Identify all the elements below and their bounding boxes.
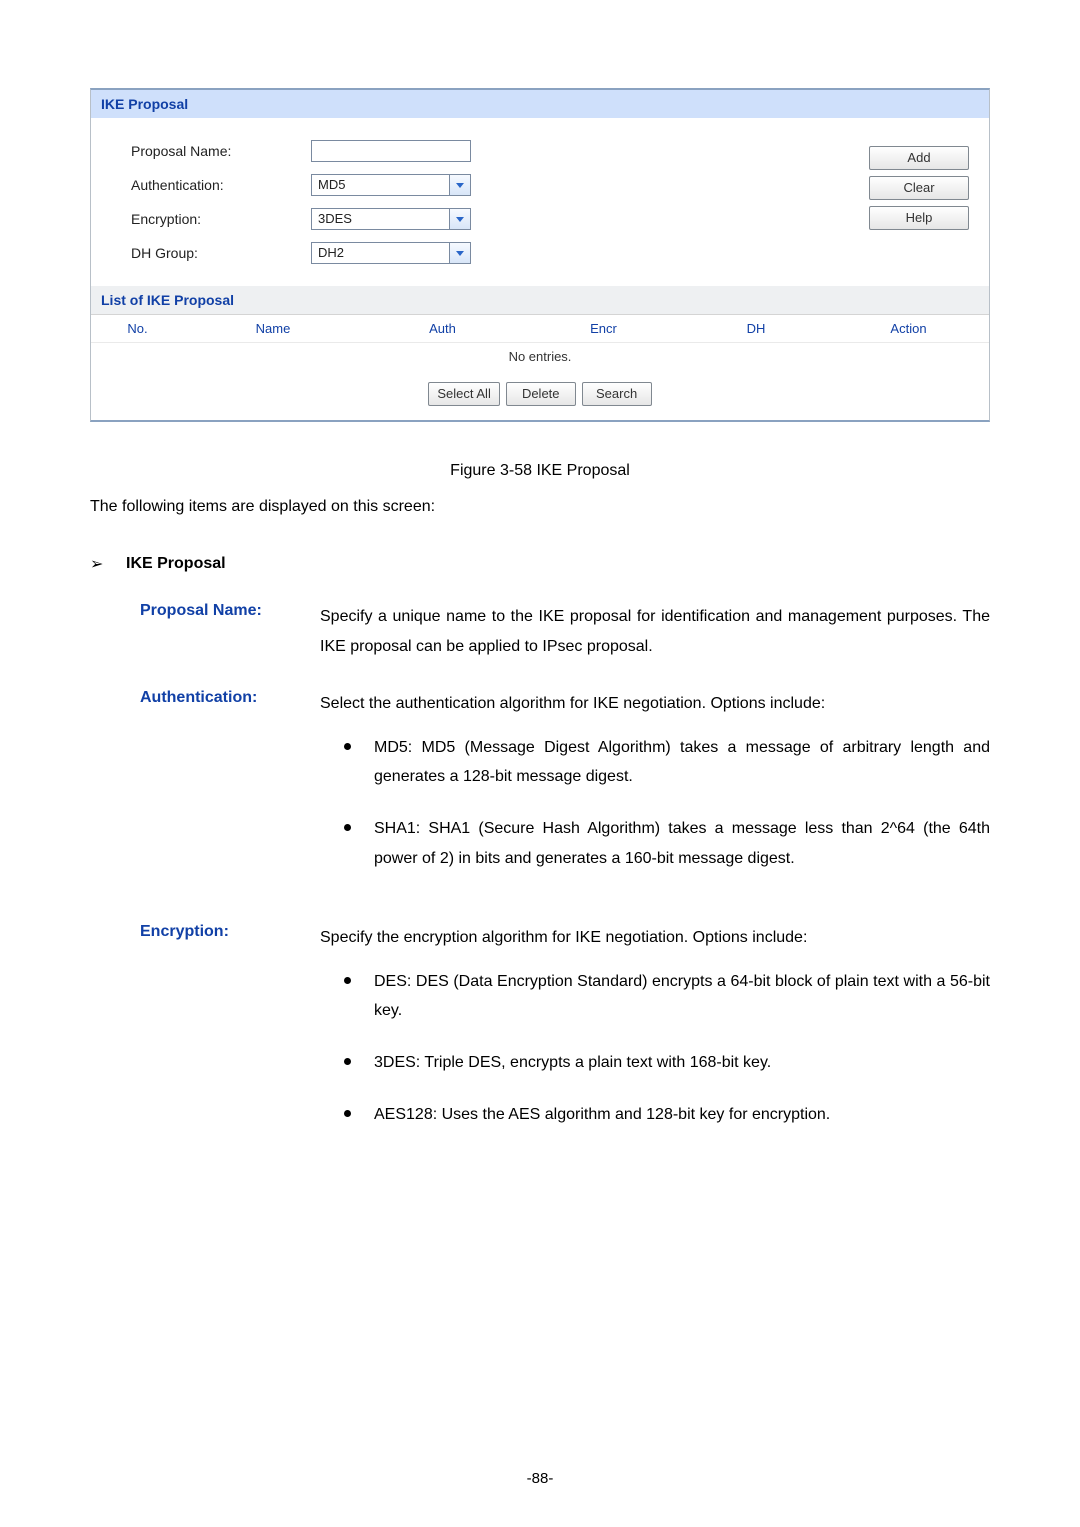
list-item: MD5: MD5 (Message Digest Algorithm) take… <box>344 733 990 792</box>
section-heading: IKE Proposal <box>126 555 226 573</box>
list-title: List of IKE Proposal <box>91 286 989 314</box>
select-all-button[interactable]: Select All <box>428 382 499 406</box>
arrow-bullet-icon: ➢ <box>90 554 112 574</box>
figure-caption: Figure 3-58 IKE Proposal <box>90 462 990 480</box>
encryption-select[interactable]: 3DES <box>311 208 471 230</box>
col-dh: DH <box>684 315 828 342</box>
delete-button[interactable]: Delete <box>506 382 576 406</box>
chevron-down-icon[interactable] <box>449 174 471 196</box>
chevron-down-icon[interactable] <box>449 242 471 264</box>
col-encr: Encr <box>523 315 684 342</box>
authentication-value: MD5 <box>311 174 449 196</box>
def-term-encryption: Encryption: <box>140 923 320 1151</box>
list-item: SHA1: SHA1 (Secure Hash Algorithm) takes… <box>344 814 990 873</box>
proposal-form: Proposal Name: Authentication: MD5 Encry… <box>91 118 989 286</box>
list-item: AES128: Uses the AES algorithm and 128-b… <box>344 1100 990 1130</box>
def-authentication: Authentication: Select the authenticatio… <box>140 689 990 895</box>
list-item: 3DES: Triple DES, encrypts a plain text … <box>344 1048 990 1078</box>
col-no: No. <box>91 315 184 342</box>
col-name: Name <box>184 315 362 342</box>
table-buttons: Select All Delete Search <box>91 370 989 420</box>
def-term-authentication: Authentication: <box>140 689 320 895</box>
dh-group-value: DH2 <box>311 242 449 264</box>
panel-title: IKE Proposal <box>91 90 989 118</box>
dh-group-select[interactable]: DH2 <box>311 242 471 264</box>
section-heading-row: ➢ IKE Proposal <box>90 554 990 574</box>
dh-group-label: DH Group: <box>131 245 311 261</box>
authentication-label: Authentication: <box>131 177 311 193</box>
no-entries-label: No entries. <box>91 342 989 370</box>
def-encryption: Encryption: Specify the encryption algor… <box>140 923 990 1151</box>
search-button[interactable]: Search <box>582 382 652 406</box>
authentication-select[interactable]: MD5 <box>311 174 471 196</box>
proposal-name-label: Proposal Name: <box>131 143 311 159</box>
add-button[interactable]: Add <box>869 146 969 170</box>
def-body-encryption: Specify the encryption algorithm for IKE… <box>320 923 990 953</box>
clear-button[interactable]: Clear <box>869 176 969 200</box>
proposal-table-header: No. Name Auth Encr DH Action <box>91 314 989 342</box>
col-action: Action <box>828 315 989 342</box>
col-auth: Auth <box>362 315 523 342</box>
def-body-proposal-name: Specify a unique name to the IKE proposa… <box>320 602 990 661</box>
help-button[interactable]: Help <box>869 206 969 230</box>
page-number: -88- <box>0 1470 1080 1487</box>
def-proposal-name: Proposal Name: Specify a unique name to … <box>140 602 990 661</box>
encryption-label: Encryption: <box>131 211 311 227</box>
encryption-value: 3DES <box>311 208 449 230</box>
proposal-name-input[interactable] <box>311 140 471 162</box>
ike-proposal-panel: IKE Proposal Proposal Name: Authenticati… <box>90 88 990 422</box>
def-body-authentication: Select the authentication algorithm for … <box>320 689 990 719</box>
chevron-down-icon[interactable] <box>449 208 471 230</box>
intro-line: The following items are displayed on thi… <box>90 498 990 516</box>
list-item: DES: DES (Data Encryption Standard) encr… <box>344 967 990 1026</box>
def-term-proposal-name: Proposal Name: <box>140 602 320 661</box>
